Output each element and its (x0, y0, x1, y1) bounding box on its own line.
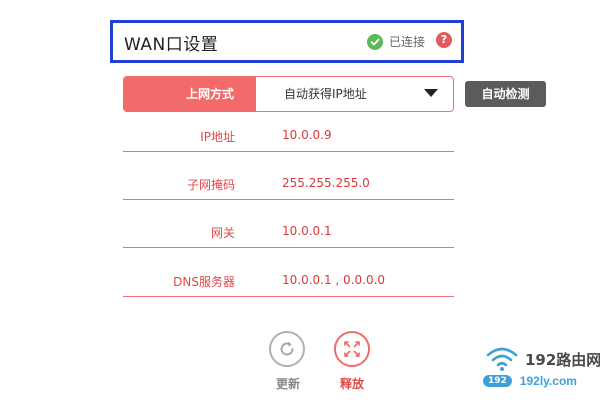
info-row-gateway: 网关 10.0.0.1 (123, 212, 454, 248)
refresh-button[interactable] (269, 331, 305, 367)
help-icon[interactable]: ? (436, 32, 452, 48)
release-button[interactable] (334, 331, 370, 367)
info-label: IP地址 (200, 130, 235, 144)
connection-status: 已连接 (367, 33, 425, 50)
watermark-logo: 192路由网 192 192ly.com (483, 345, 600, 400)
watermark-url: 192ly.com (519, 374, 577, 388)
connection-type-value: 自动获得IP地址 (284, 87, 367, 101)
info-value: 10.0.0.1 (282, 224, 332, 238)
page-title: WAN口设置 (124, 35, 219, 55)
info-row-dns: DNS服务器 10.0.0.1 , 0.0.0.0 (123, 261, 454, 297)
connection-type-select[interactable]: 自动获得IP地址 (256, 77, 453, 111)
info-row-ip: IP地址 10.0.0.9 (123, 116, 454, 152)
connection-type-label: 上网方式 (124, 77, 256, 111)
release-icon (344, 341, 360, 357)
watermark-title: 192路由网 (525, 351, 600, 369)
info-label: 子网掩码 (186, 178, 235, 192)
info-value: 10.0.0.9 (282, 128, 332, 142)
info-value: 10.0.0.1 , 0.0.0.0 (282, 273, 386, 287)
info-label: 网关 (210, 226, 235, 240)
info-label: DNS服务器 (173, 275, 235, 289)
release-label[interactable]: 释放 (340, 375, 364, 392)
wifi-icon (486, 347, 518, 371)
info-value: 255.255.255.0 (282, 176, 370, 190)
wan-header: WAN口设置 已连接 ? (110, 20, 464, 63)
watermark-sub: 192 192ly.com (483, 374, 577, 388)
refresh-icon (280, 341, 294, 356)
watermark-badge: 192 (483, 375, 512, 387)
caret-down-icon (424, 89, 438, 97)
info-row-netmask: 子网掩码 255.255.255.0 (123, 164, 454, 200)
status-text: 已连接 (389, 35, 426, 49)
check-icon (367, 33, 383, 50)
refresh-label[interactable]: 更新 (276, 375, 300, 392)
auto-detect-button[interactable]: 自动检测 (465, 81, 546, 107)
connection-type-row: 上网方式 自动获得IP地址 (123, 76, 454, 112)
